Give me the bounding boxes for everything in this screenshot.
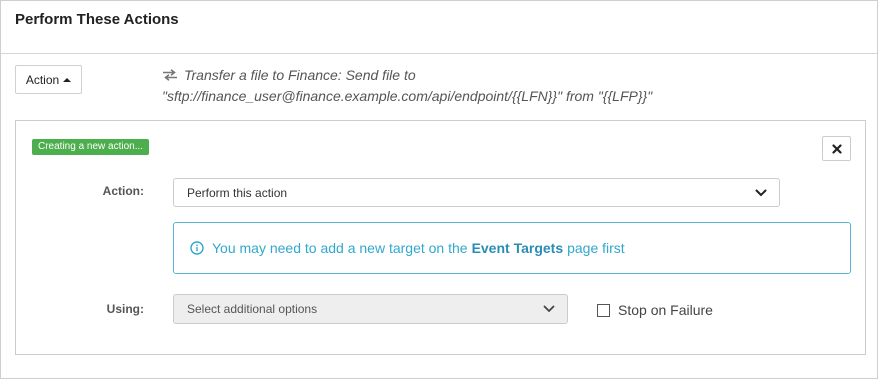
chevron-down-icon	[543, 305, 555, 313]
action-field-label: Action:	[102, 184, 144, 198]
summary-line-1: Transfer a file to Finance: Send file to	[184, 67, 416, 83]
panel-title: Perform These Actions	[15, 11, 179, 28]
action-toggle-button[interactable]: Action	[15, 65, 82, 94]
stop-on-failure-checkbox[interactable]	[597, 303, 610, 317]
using-select-value: Select additional options	[187, 302, 318, 316]
action-select-value: Perform this action	[187, 185, 288, 200]
action-summary: Transfer a file to Finance: Send file to…	[162, 65, 722, 107]
close-button[interactable]	[822, 136, 851, 161]
stop-on-failure-option[interactable]: Stop on Failure	[597, 302, 713, 318]
summary-line-2: "sftp://finance_user@finance.example.com…	[162, 88, 653, 104]
info-text-suffix: page first	[567, 240, 625, 256]
caret-up-icon	[63, 77, 72, 82]
perform-actions-panel: Perform These Actions Action Transfer a …	[0, 0, 878, 379]
panel-header: Perform These Actions	[1, 1, 877, 54]
using-select[interactable]: Select additional options	[173, 294, 568, 324]
stop-on-failure-label: Stop on Failure	[618, 302, 713, 318]
action-editor: Creating a new action... Action: Perform…	[15, 120, 866, 355]
status-badge: Creating a new action...	[32, 139, 150, 155]
chevron-down-icon	[755, 189, 767, 196]
info-text-prefix: You may need to add a new target on the	[212, 240, 468, 256]
action-toggle-label: Action	[25, 72, 60, 87]
using-field-label: Using:	[106, 302, 144, 316]
exchange-arrows-icon	[163, 69, 177, 81]
close-icon	[831, 143, 842, 154]
action-select[interactable]: Perform this action	[173, 178, 780, 207]
info-alert: You may need to add a new target on the …	[173, 222, 851, 274]
event-targets-link[interactable]: Event Targets	[472, 240, 564, 256]
info-circle-icon	[190, 241, 204, 255]
